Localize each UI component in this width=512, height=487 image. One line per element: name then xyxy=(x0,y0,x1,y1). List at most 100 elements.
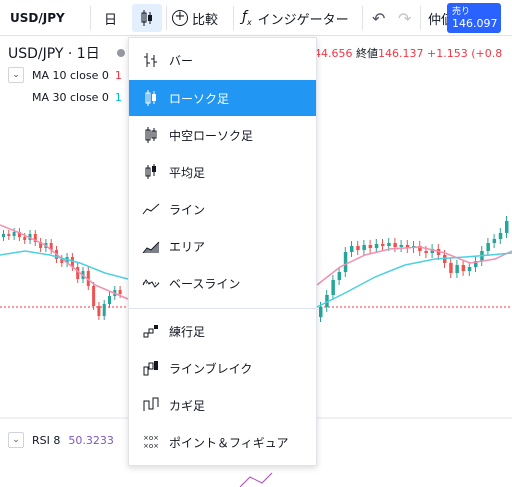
chart-type-option-label: 中空ローソク足 xyxy=(169,128,254,143)
fx-icon: ƒx xyxy=(242,9,252,27)
undo-icon[interactable]: ↶ xyxy=(372,0,385,36)
sell-label: 売り xyxy=(452,7,471,17)
candle xyxy=(350,246,354,252)
chart-type-option-label: 平均足 xyxy=(169,165,206,180)
candle xyxy=(118,290,122,294)
candle xyxy=(7,234,11,236)
candle xyxy=(331,280,335,295)
ma10-legend: ⌄ MA 10 close 0 1 xyxy=(8,67,122,83)
chart-type-option[interactable]: ライン xyxy=(129,191,316,227)
candle xyxy=(492,239,497,243)
candle xyxy=(449,263,453,273)
candle xyxy=(362,245,366,250)
ma30-value: 1 xyxy=(114,91,122,104)
chart-type-option-label: ラインブレイク xyxy=(169,361,253,376)
candle xyxy=(455,265,459,273)
ma30-line xyxy=(0,250,129,280)
chart-type-option[interactable]: 練行足 xyxy=(129,313,316,349)
svg-text:×o×: ×o× xyxy=(143,434,159,442)
rsi-legend: ⌄ RSI 8 50.3233 xyxy=(8,432,114,448)
indicators-label: インジゲーター xyxy=(257,12,349,28)
indicators-button[interactable]: ƒx インジゲーター xyxy=(242,0,349,36)
candle xyxy=(461,265,466,271)
ma10-label: MA 10 close 0 xyxy=(32,68,109,82)
chart-type-option[interactable]: ラインブレイク xyxy=(129,350,316,386)
candle xyxy=(486,243,490,251)
sell-button[interactable]: 売り 146.097 xyxy=(447,3,501,33)
candle xyxy=(399,245,404,247)
candle xyxy=(97,306,101,316)
change-value: +1.153 (+0.8 xyxy=(427,47,503,60)
toolbar-divider xyxy=(233,6,234,30)
chevron-down-icon[interactable]: ⌄ xyxy=(8,432,24,448)
line-icon xyxy=(141,199,161,219)
heikin-ashi-icon xyxy=(141,162,161,182)
toolbar-divider xyxy=(166,6,167,30)
close-value: 146.137 xyxy=(378,47,424,60)
chart-type-option-label: ローソク足 xyxy=(169,91,230,106)
close-label: 終値 xyxy=(356,47,378,60)
redo-icon[interactable]: ↷ xyxy=(398,0,411,36)
chart-type-option[interactable]: ×o× ×o× ポイント＆フィギュア xyxy=(129,424,316,460)
ma30-legend: MA 30 close 0 1 xyxy=(32,91,122,104)
rsi-label: RSI 8 xyxy=(32,433,61,447)
candle xyxy=(12,232,16,236)
chart-type-option[interactable]: ベースライン xyxy=(129,265,316,301)
chart-type-option-label: ポイント＆フィギュア xyxy=(169,435,289,450)
bars-icon xyxy=(141,50,161,70)
candles-icon xyxy=(141,88,161,108)
rsi-line xyxy=(239,472,273,487)
toolbar-divider xyxy=(362,6,363,30)
candle xyxy=(337,272,342,280)
point-figure-icon: ×o× ×o× xyxy=(141,432,161,452)
chart-type-button[interactable] xyxy=(132,4,162,32)
hollow-candles-icon xyxy=(141,125,161,145)
chart-type-option[interactable]: 中空ローソク足 xyxy=(129,117,316,153)
plus-circle-icon: + xyxy=(172,10,188,26)
toolbar-divider xyxy=(420,6,421,30)
chart-type-option[interactable]: エリア xyxy=(129,228,316,264)
candle xyxy=(356,246,360,250)
kagi-icon xyxy=(141,395,161,415)
candle xyxy=(319,307,323,317)
area-icon xyxy=(141,236,161,256)
chart-type-option-label: エリア xyxy=(169,239,206,254)
candle xyxy=(76,267,80,279)
candle xyxy=(343,252,348,272)
candle xyxy=(102,304,106,316)
menu-divider xyxy=(129,308,316,309)
candle xyxy=(393,243,397,247)
candle xyxy=(387,243,391,246)
compare-label: 比較 xyxy=(192,12,219,28)
rsi-value: 50.3233 xyxy=(68,433,114,447)
chart-type-option-label: 練行足 xyxy=(169,324,206,339)
chart-type-option[interactable]: 平均足 xyxy=(129,154,316,190)
symbol-search-button[interactable]: USD/JPY xyxy=(10,0,65,36)
legend-title: USD/JPY · 1日 xyxy=(8,46,100,62)
line-break-icon xyxy=(141,358,161,378)
chart-type-option[interactable]: バー xyxy=(129,42,316,78)
svg-text:×o×: ×o× xyxy=(143,442,159,450)
ma30-label: MA 30 close 0 xyxy=(32,91,109,104)
chart-type-menu: バーローソク足中空ローソク足 平均足ラインエリアベースライン 練行足ラインブレイクカ… xyxy=(128,37,317,466)
ma10-value: 1 xyxy=(114,68,122,82)
candle xyxy=(108,296,111,304)
candle xyxy=(368,245,373,248)
candle xyxy=(505,221,509,233)
top-toolbar: USD/JPY 日 + 比較 ƒx インジゲーター ↶ ↷ 仲値 売り 146.… xyxy=(0,0,512,36)
interval-button[interactable]: 日 xyxy=(104,0,117,36)
chart-type-option-label: バー xyxy=(169,53,194,68)
chart-type-option[interactable]: カギ足 xyxy=(129,387,316,423)
chart-type-option[interactable]: ローソク足 xyxy=(129,80,316,116)
chevron-down-icon[interactable]: ⌄ xyxy=(8,67,24,83)
chart-type-option-label: カギ足 xyxy=(169,398,206,413)
ohlc-values: 値144.656 終値146.137 +1.153 (+0.8 xyxy=(296,45,502,61)
compare-button[interactable]: + 比較 xyxy=(172,0,218,36)
renko-icon xyxy=(141,321,161,341)
candle xyxy=(92,286,96,306)
chart-type-option-label: ベースライン xyxy=(169,276,241,291)
candle xyxy=(381,244,385,246)
candle xyxy=(467,267,472,271)
toolbar-divider xyxy=(90,6,91,30)
chart-type-option-label: ライン xyxy=(169,202,206,217)
